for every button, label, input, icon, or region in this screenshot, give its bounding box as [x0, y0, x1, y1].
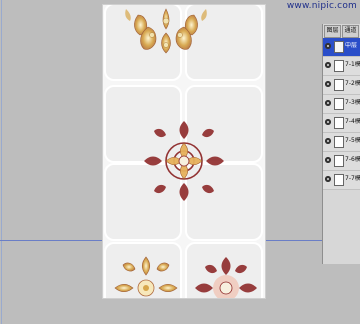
- layers-panel-tabs: 图层 通道: [323, 24, 360, 38]
- tab-layers[interactable]: 图层: [324, 25, 341, 38]
- gold-ornament-top: [125, 8, 207, 54]
- eye-icon[interactable]: [325, 157, 331, 163]
- layer-row[interactable]: 7-5模: [323, 133, 360, 152]
- layer-thumbnail-icon: [334, 41, 344, 53]
- gold-ornament-bottom-left: [114, 256, 178, 297]
- document-canvas[interactable]: [103, 5, 265, 298]
- workspace: www.nipic.com 图层 通道 中层 7-1模 7-2模 7-3模 7-…: [0, 0, 360, 324]
- tab-channels[interactable]: 通道: [342, 25, 359, 38]
- eye-icon[interactable]: [325, 138, 331, 144]
- layer-name: 7-6模: [345, 156, 360, 163]
- vertical-guide: [1, 0, 2, 324]
- maroon-ornament-center: [144, 121, 224, 201]
- layer-name: 7-5模: [345, 137, 360, 144]
- layers-list: 中层 7-1模 7-2模 7-3模 7-4模 7-5模 7-6模 7-7模: [323, 38, 360, 190]
- layer-thumbnail-icon: [334, 98, 344, 110]
- eye-icon[interactable]: [325, 81, 331, 87]
- maroon-ornament-bottom-right: [195, 257, 257, 298]
- eye-icon[interactable]: [325, 100, 331, 106]
- layer-thumbnail-icon: [334, 117, 344, 129]
- eye-icon[interactable]: [325, 62, 331, 68]
- layer-thumbnail-icon: [334, 60, 344, 72]
- layer-name: 7-7模: [345, 175, 360, 182]
- layer-name: 7-4模: [345, 118, 360, 125]
- layer-row[interactable]: 7-4模: [323, 114, 360, 133]
- layer-row[interactable]: 7-3模: [323, 95, 360, 114]
- layer-thumbnail-icon: [334, 79, 344, 91]
- layer-row[interactable]: 7-2模: [323, 76, 360, 95]
- layer-thumbnail-icon: [334, 155, 344, 167]
- layers-panel[interactable]: 图层 通道 中层 7-1模 7-2模 7-3模 7-4模 7-5模 7-6模 7…: [322, 24, 360, 264]
- layer-name: 7-2模: [345, 80, 360, 87]
- watermark-text: www.nipic.com: [286, 1, 357, 11]
- eye-icon[interactable]: [325, 43, 331, 49]
- eye-icon[interactable]: [325, 176, 331, 182]
- layer-row[interactable]: 中层: [323, 38, 360, 57]
- layer-name: 中层: [345, 42, 358, 49]
- eye-icon[interactable]: [325, 119, 331, 125]
- layer-thumbnail-icon: [334, 174, 344, 186]
- layer-row[interactable]: 7-1模: [323, 57, 360, 76]
- layer-name: 7-1模: [345, 61, 360, 68]
- layer-thumbnail-icon: [334, 136, 344, 148]
- layer-row[interactable]: 7-7模: [323, 171, 360, 190]
- layer-row[interactable]: 7-6模: [323, 152, 360, 171]
- layer-name: 7-3模: [345, 99, 360, 106]
